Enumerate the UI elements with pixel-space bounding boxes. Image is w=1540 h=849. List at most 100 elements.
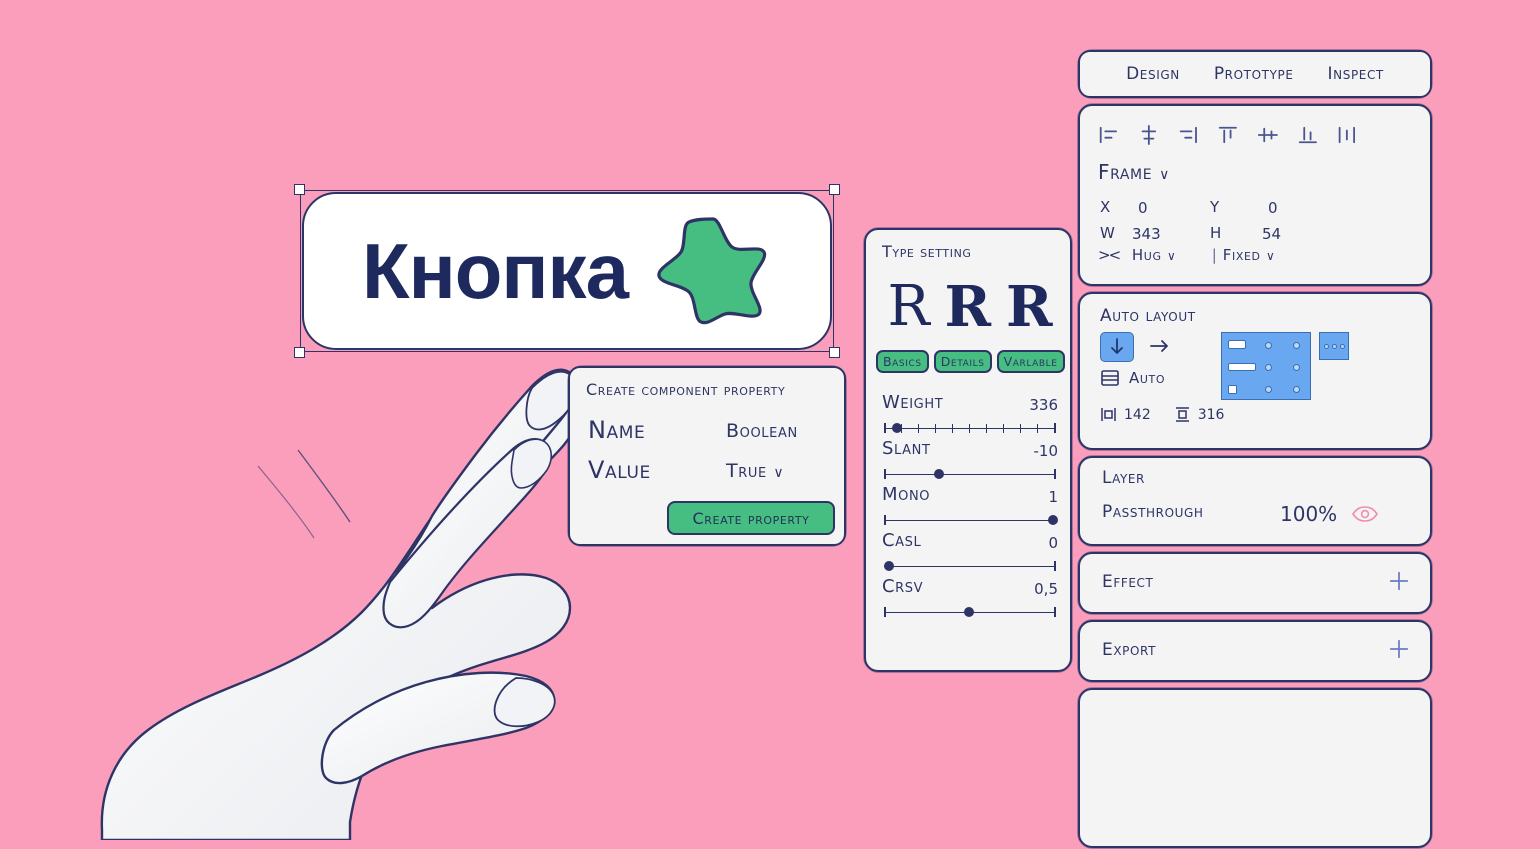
blend-mode-selector[interactable]: Passthrough <box>1102 502 1204 522</box>
align-horizontal-center-icon[interactable] <box>1138 124 1160 146</box>
auto-layout-panel: Auto layout Auto 142 316 <box>1077 291 1433 451</box>
type-setting-title: Type setting <box>882 242 972 261</box>
slider-slant: Slant -10 <box>882 438 1058 485</box>
field-label-x: X <box>1100 198 1111 216</box>
frame-properties-panel: Frame ∨ X 0 Y 0 W 343 H 54 >< Hug ∨ | Fi… <box>1077 103 1433 287</box>
field-value-y[interactable]: 0 <box>1268 199 1278 217</box>
arrow-down-icon <box>1111 338 1123 354</box>
resize-handle-bottom-right[interactable] <box>829 347 840 358</box>
field-value-name[interactable]: Boolean <box>726 420 798 442</box>
alignment-grid-icon[interactable] <box>1221 332 1311 400</box>
resize-horizontal-icon: >< <box>1098 246 1121 264</box>
vertical-bar-icon: | <box>1211 246 1218 264</box>
chevron-down-icon: ∨ <box>773 465 785 481</box>
export-panel: Export <box>1077 619 1433 683</box>
slider-label-weight: Weight <box>882 392 944 413</box>
type-setting-panel: Type setting R R R Basics Details Varlab… <box>863 227 1073 673</box>
sidebar-tab-bar: Design Prototype Inspect <box>1077 49 1433 99</box>
create-property-button-label: Create property <box>692 508 810 528</box>
direction-horizontal-button[interactable] <box>1146 332 1174 360</box>
tab-inspect[interactable]: Inspect <box>1328 64 1384 84</box>
slider-mono: Mono 1 <box>882 484 1058 531</box>
field-label-name: Name <box>588 416 646 444</box>
create-property-button[interactable]: Create property <box>667 501 835 535</box>
slider-label-slant: Slant <box>882 438 931 459</box>
field-value-w[interactable]: 343 <box>1132 225 1161 243</box>
padding-horizontal-value: 142 <box>1124 406 1151 423</box>
field-label-w: W <box>1100 224 1116 242</box>
tab-basics[interactable]: Basics <box>876 350 929 373</box>
field-value-x[interactable]: 0 <box>1138 199 1148 217</box>
padding-horizontal-icon <box>1101 408 1116 421</box>
slider-label-crsv: Crsv <box>882 576 924 597</box>
align-right-icon[interactable] <box>1177 124 1199 146</box>
dialog-row-name: Name Boolean <box>588 416 832 450</box>
slider-crsv: Crsv 0,5 <box>882 576 1058 623</box>
width-sizing-label: Hug <box>1131 246 1162 264</box>
specimen-glyph-light: R <box>887 274 930 339</box>
padding-vertical-icon <box>1175 407 1189 422</box>
spacing-row[interactable]: Auto <box>1100 368 1165 388</box>
eye-icon[interactable] <box>1352 506 1378 522</box>
sizing-row: >< Hug ∨ | Fixed ∨ <box>1098 246 1275 264</box>
slider-track-slant[interactable] <box>884 468 1056 480</box>
type-setting-tabs: Basics Details Varlable <box>876 350 1066 373</box>
slider-track-weight[interactable] <box>884 422 1056 434</box>
slider-knob-weight[interactable] <box>892 423 902 433</box>
width-sizing-selector[interactable]: Hug ∨ <box>1132 246 1182 264</box>
spacing-value: Auto <box>1129 369 1166 387</box>
slider-knob-mono[interactable] <box>1048 515 1058 525</box>
tab-details[interactable]: Details <box>933 350 992 373</box>
field-value-value[interactable]: True ∨ <box>726 460 784 482</box>
create-component-property-dialog: Create component property Name Boolean V… <box>567 365 847 547</box>
tab-prototype[interactable]: Prototype <box>1214 64 1294 84</box>
height-sizing-selector[interactable]: | Fixed ∨ <box>1212 246 1276 264</box>
chevron-down-icon: ∨ <box>1265 249 1276 263</box>
export-title: Export <box>1102 640 1157 660</box>
slider-casl: Casl 0 <box>882 530 1058 577</box>
field-label-y: Y <box>1210 198 1220 216</box>
specimen-glyph-bold: R <box>1005 274 1053 340</box>
resize-handle-top-left[interactable] <box>294 184 305 195</box>
hand-illustration <box>100 368 582 840</box>
align-left-icon[interactable] <box>1098 124 1120 146</box>
slider-knob-slant[interactable] <box>934 469 944 479</box>
direction-vertical-button[interactable] <box>1100 332 1134 362</box>
specimen-glyph-medium: R <box>944 274 992 340</box>
slider-value-crsv: 0,5 <box>1034 580 1058 598</box>
plus-icon[interactable] <box>1388 570 1410 592</box>
tab-design[interactable]: Design <box>1126 64 1180 84</box>
arrow-right-icon <box>1150 340 1168 352</box>
plus-icon[interactable] <box>1388 638 1410 660</box>
align-top-icon[interactable] <box>1217 124 1239 146</box>
field-label-value: Value <box>588 456 651 484</box>
slider-value-casl: 0 <box>1048 534 1058 552</box>
slider-weight: Weight 336 <box>882 392 1058 439</box>
slider-knob-casl[interactable] <box>884 561 894 571</box>
height-sizing-label: Fixed <box>1222 246 1261 264</box>
resize-handle-top-right[interactable] <box>829 184 840 195</box>
field-label-h: H <box>1210 224 1222 242</box>
slider-value-mono: 1 <box>1048 488 1058 506</box>
layer-title: Layer <box>1102 468 1145 488</box>
dialog-row-value: Value True ∨ <box>588 456 832 490</box>
slider-track-mono[interactable] <box>884 514 1058 526</box>
distribute-horizontal-icon[interactable] <box>1336 124 1358 146</box>
slider-track-crsv[interactable] <box>884 606 1056 618</box>
more-options-icon[interactable] <box>1319 332 1349 360</box>
field-value-h[interactable]: 54 <box>1262 225 1281 243</box>
tab-variable[interactable]: Varlable <box>996 350 1065 373</box>
slider-value-weight: 336 <box>1029 396 1058 414</box>
dialog-title: Create component property <box>586 380 786 399</box>
padding-row[interactable]: 142 316 <box>1100 406 1224 423</box>
slider-label-casl: Casl <box>882 530 922 551</box>
slider-knob-crsv[interactable] <box>964 607 974 617</box>
align-vertical-center-icon[interactable] <box>1257 124 1279 146</box>
effect-title: Effect <box>1102 572 1154 592</box>
align-bottom-icon[interactable] <box>1297 124 1319 146</box>
star-icon <box>657 217 767 325</box>
opacity-value[interactable]: 100% <box>1280 502 1337 526</box>
slider-track-casl[interactable] <box>884 560 1056 572</box>
node-type-selector[interactable]: Frame ∨ <box>1098 160 1170 184</box>
chevron-down-icon: ∨ <box>1166 249 1177 263</box>
